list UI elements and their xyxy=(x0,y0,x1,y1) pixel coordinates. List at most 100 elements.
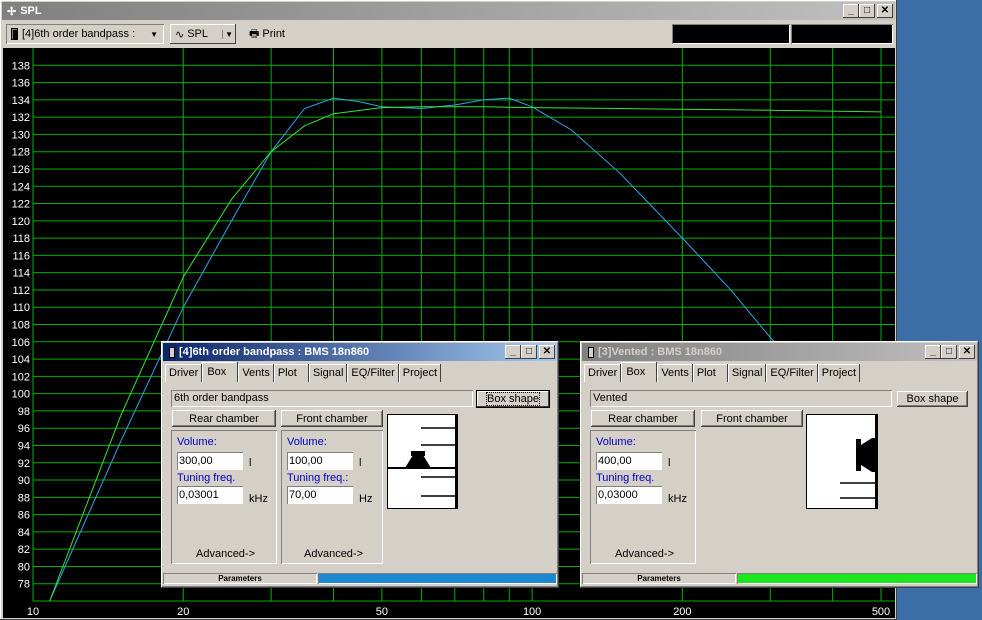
box-shape-label: Box shape xyxy=(486,392,540,406)
view-select-dropdown[interactable]: ∿ SPL ▼ xyxy=(170,24,236,44)
status-parameters: Parameters xyxy=(582,573,736,584)
tab-signal[interactable]: Signal xyxy=(308,364,348,382)
front-volume-label: Volume: xyxy=(287,436,327,448)
y-tick-label: 124 xyxy=(12,181,30,193)
view-select-label: SPL xyxy=(187,28,209,40)
box-type-field: Vented xyxy=(590,390,892,407)
tab-project[interactable]: Project xyxy=(398,364,442,382)
tab-plot[interactable]: Plot xyxy=(273,364,309,382)
close-button[interactable]: ✕ xyxy=(877,4,893,18)
front-chamber-button[interactable]: Front chamber xyxy=(281,410,383,427)
rear-volume-input[interactable]: 400,00 xyxy=(596,452,662,470)
close-button[interactable]: ✕ xyxy=(959,345,975,359)
status-bar-fill xyxy=(737,573,977,584)
minimize-button[interactable]: _ xyxy=(925,345,941,359)
y-tick-label: 126 xyxy=(12,164,30,176)
rear-volume-input[interactable]: 300,00 xyxy=(177,452,243,470)
rear-volume-unit: l xyxy=(249,457,252,469)
y-tick-label: 108 xyxy=(12,320,30,332)
x-tick-label: 20 xyxy=(177,606,189,618)
x-tick-label: 50 xyxy=(376,606,388,618)
y-tick-label: 84 xyxy=(18,527,30,539)
bandpass-title-bar[interactable]: [4]6th order bandpass : BMS 18n860 _ □ ✕ xyxy=(163,343,557,361)
front-advanced-link[interactable]: Advanced-> xyxy=(304,548,363,560)
front-chamber-button[interactable]: Front chamber xyxy=(701,410,803,427)
box-select-dropdown[interactable]: [4]6th order bandpass : ▼ xyxy=(6,24,164,44)
front-tuning-input[interactable]: 70,00 xyxy=(287,486,353,504)
box-diagram xyxy=(806,414,878,509)
speaker-icon xyxy=(588,346,594,358)
front-tuning-unit: Hz xyxy=(359,493,373,505)
y-tick-label: 90 xyxy=(18,475,30,487)
y-tick-label: 104 xyxy=(12,354,30,366)
tab-eq-filter[interactable]: EQ/Filter xyxy=(766,364,818,382)
y-tick-label: 138 xyxy=(12,60,30,72)
bandpass-dialog: [4]6th order bandpass : BMS 18n860 _ □ ✕… xyxy=(161,341,559,588)
x-tick-label: 100 xyxy=(523,606,541,618)
y-tick-label: 106 xyxy=(12,337,30,349)
wave-icon: ∿ xyxy=(175,28,185,41)
y-tick-label: 82 xyxy=(18,544,30,556)
tab-box[interactable]: Box xyxy=(202,362,239,382)
tab-eq-filter[interactable]: EQ/Filter xyxy=(347,364,399,382)
print-button[interactable]: 🖶 Print xyxy=(242,24,292,44)
y-tick-label: 116 xyxy=(12,250,30,262)
maximize-button[interactable]: □ xyxy=(859,4,875,18)
rear-tuning-input[interactable]: 0,03000 xyxy=(596,486,662,504)
minimize-button[interactable]: _ xyxy=(505,345,521,359)
tab-strip: Driver Box Vents Plot Signal EQ/Filter P… xyxy=(165,362,442,382)
y-tick-label: 92 xyxy=(18,458,30,470)
tab-driver[interactable]: Driver xyxy=(584,364,622,382)
chevron-down-icon: ▼ xyxy=(150,29,158,39)
rear-chamber-button[interactable]: Rear chamber xyxy=(172,410,276,427)
close-button[interactable]: ✕ xyxy=(539,345,555,359)
y-tick-label: 80 xyxy=(18,561,30,573)
spl-title-bar[interactable]: ✢ SPL _ □ ✕ xyxy=(2,2,895,20)
y-tick-label: 128 xyxy=(12,147,30,159)
box-shape-button[interactable]: Box shape xyxy=(477,391,549,407)
box-diagram xyxy=(387,414,458,509)
rear-tuning-unit: kHz xyxy=(668,493,687,505)
y-tick-label: 78 xyxy=(18,579,30,591)
x-tick-label: 200 xyxy=(673,606,691,618)
maximize-button[interactable]: □ xyxy=(941,345,957,359)
print-label: Print xyxy=(262,28,285,40)
tab-signal[interactable]: Signal xyxy=(727,364,767,382)
y-tick-label: 110 xyxy=(12,302,30,314)
tab-vents[interactable]: Vents xyxy=(657,364,693,382)
y-tick-label: 114 xyxy=(12,268,30,280)
rear-advanced-link[interactable]: Advanced-> xyxy=(615,548,674,560)
tab-vents[interactable]: Vents xyxy=(238,364,274,382)
tab-plot[interactable]: Plot xyxy=(692,364,728,382)
rear-tuning-input[interactable]: 0,03001 xyxy=(177,486,243,504)
rear-tuning-unit: kHz xyxy=(249,493,268,505)
y-tick-label: 86 xyxy=(18,510,30,522)
tab-strip: Driver Box Vents Plot Signal EQ/Filter P… xyxy=(584,362,861,382)
minimize-button[interactable]: _ xyxy=(843,4,859,18)
status-parameters: Parameters xyxy=(163,573,317,584)
rear-chamber-button[interactable]: Rear chamber xyxy=(591,410,695,427)
rear-advanced-link[interactable]: Advanced-> xyxy=(196,548,255,560)
maximize-button[interactable]: □ xyxy=(521,345,537,359)
y-tick-label: 96 xyxy=(18,423,30,435)
x-tick-label: 500 xyxy=(872,606,890,618)
speaker-icon xyxy=(11,28,18,40)
front-tuning-label: Tuning freq.: xyxy=(287,472,349,484)
rear-tuning-label: Tuning freq. xyxy=(177,472,236,484)
printer-icon: 🖶 xyxy=(248,27,260,40)
tab-project[interactable]: Project xyxy=(817,364,861,382)
box-type-field: 6th order bandpass xyxy=(171,390,473,407)
front-volume-input[interactable]: 100,00 xyxy=(287,452,353,470)
y-tick-label: 112 xyxy=(12,285,30,297)
toolbar: [4]6th order bandpass : ▼ ∿ SPL ▼ 🖶 Prin… xyxy=(2,22,895,46)
readout-box-2 xyxy=(791,24,893,44)
tab-box[interactable]: Box xyxy=(621,362,658,382)
chevron-down-icon: ▼ xyxy=(222,29,233,39)
box-shape-button[interactable]: Box shape xyxy=(897,391,968,407)
vented-title-bar[interactable]: [3]Vented : BMS 18n860 _ □ ✕ xyxy=(582,343,977,361)
y-tick-label: 134 xyxy=(12,95,30,107)
tab-driver[interactable]: Driver xyxy=(165,364,203,382)
rear-volume-label: Volume: xyxy=(596,436,636,448)
front-volume-unit: l xyxy=(359,457,362,469)
box-select-label: [4]6th order bandpass : xyxy=(22,28,136,40)
